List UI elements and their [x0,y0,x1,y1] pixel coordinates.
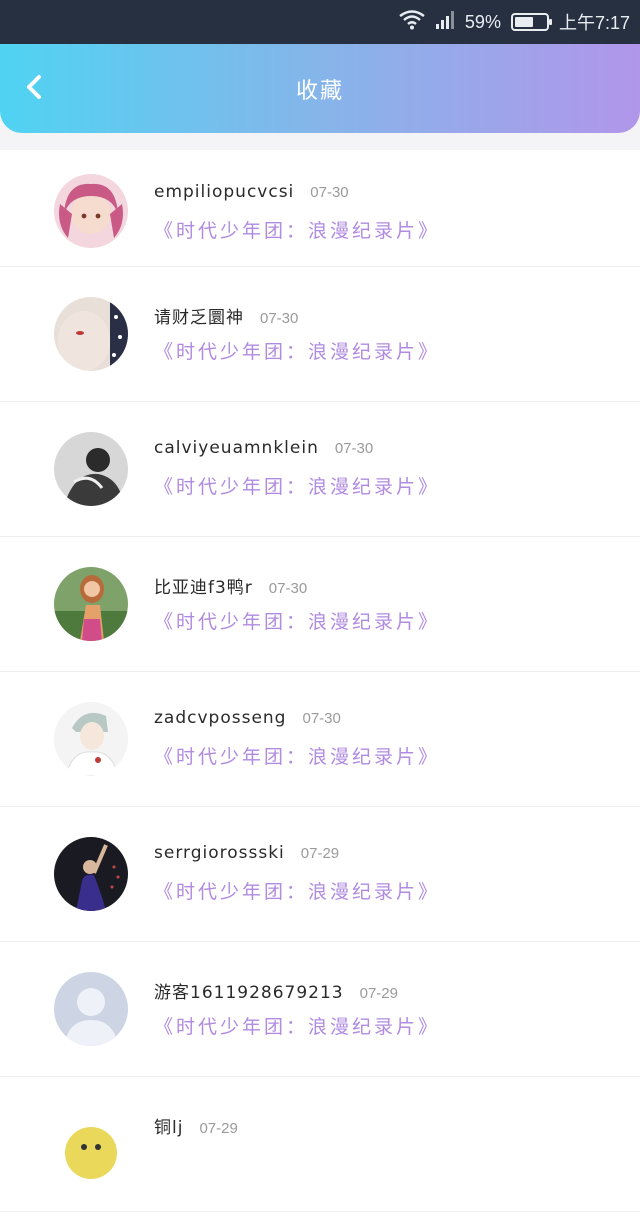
list-item[interactable]: 比亚迪f3鸭r 07-30 《时代少年团：浪漫纪录片》 [0,537,640,672]
favorite-date: 07-29 [199,1120,238,1137]
item-meta: empiliopucvcsi 07-30 [154,182,349,202]
favorite-date: 07-29 [359,985,398,1002]
avatar[interactable] [54,432,128,506]
work-title-link[interactable]: 《时代少年团：浪漫纪录片》 [154,742,440,769]
avatar[interactable] [54,297,128,371]
page-header: 收藏 [0,44,640,133]
battery-icon [510,13,552,31]
list-item[interactable]: zadcvposseng 07-30 《时代少年团：浪漫纪录片》 [0,672,640,807]
avatar[interactable] [54,972,128,1046]
username[interactable]: 游客1611928679213 [154,978,344,1003]
avatar[interactable] [54,702,128,776]
favorite-date: 07-30 [334,440,374,457]
avatar[interactable] [54,1107,128,1181]
signal-icon [435,10,455,35]
battery-percent: 59% [464,11,501,32]
list-item[interactable]: 请财乏圜神 07-30 《时代少年团：浪漫纪录片》 [0,267,640,402]
item-meta: 请财乏圜神 07-30 [154,303,298,328]
list-item[interactable]: 游客1611928679213 07-29 《时代少年团：浪漫纪录片》 [0,942,640,1077]
list-item[interactable]: serrgiorossski 07-29 《时代少年团：浪漫纪录片》 [0,807,640,942]
item-meta: zadcvposseng 07-30 [154,708,341,728]
favorites-list: empiliopucvcsi 07-30 《时代少年团：浪漫纪录片》 请财乏圜神 07-… [0,150,640,1212]
favorite-date: 07-30 [310,184,349,201]
wifi-icon [399,9,425,35]
page-title: 收藏 [295,78,344,104]
username[interactable]: 铜lj [154,1113,183,1138]
item-meta: calviyeuamnklein 07-30 [154,438,373,458]
chevron-left-icon [25,74,43,104]
username[interactable]: zadcvposseng [154,708,286,728]
work-title-link[interactable]: 《时代少年团：浪漫纪录片》 [154,607,440,634]
favorite-date: 07-29 [300,845,340,862]
back-button[interactable] [18,72,50,106]
work-title-link[interactable]: 《时代少年团：浪漫纪录片》 [154,877,440,904]
username[interactable]: 请财乏圜神 [154,303,244,328]
list-item[interactable]: empiliopucvcsi 07-30 《时代少年团：浪漫纪录片》 [0,150,640,267]
status-bar: 59% 上午7:17 [0,0,640,44]
favorite-date: 07-30 [260,310,299,327]
item-meta: 比亚迪f3鸭r 07-30 [154,573,307,598]
avatar[interactable] [54,837,128,911]
list-item[interactable]: 铜lj 07-29 [0,1077,640,1212]
clock: 上午7:17 [558,13,630,33]
item-meta: serrgiorossski 07-29 [154,843,339,863]
avatar[interactable] [54,567,128,641]
username[interactable]: serrgiorossski [154,843,285,863]
work-title-link[interactable]: 《时代少年团：浪漫纪录片》 [154,472,440,499]
work-title-link[interactable]: 《时代少年团：浪漫纪录片》 [154,216,440,243]
work-title-link[interactable]: 《时代少年团：浪漫纪录片》 [154,1012,440,1039]
list-item[interactable]: calviyeuamnklein 07-30 《时代少年团：浪漫纪录片》 [0,402,640,537]
work-title-link[interactable]: 《时代少年团：浪漫纪录片》 [154,337,440,364]
username[interactable]: calviyeuamnklein [154,438,319,458]
username[interactable]: 比亚迪f3鸭r [154,573,253,598]
favorite-date: 07-30 [302,710,341,727]
avatar[interactable] [54,174,128,248]
favorite-date: 07-30 [268,580,308,597]
item-meta: 铜lj 07-29 [154,1113,238,1138]
username[interactable]: empiliopucvcsi [154,182,294,202]
item-meta: 游客1611928679213 07-29 [154,978,398,1003]
